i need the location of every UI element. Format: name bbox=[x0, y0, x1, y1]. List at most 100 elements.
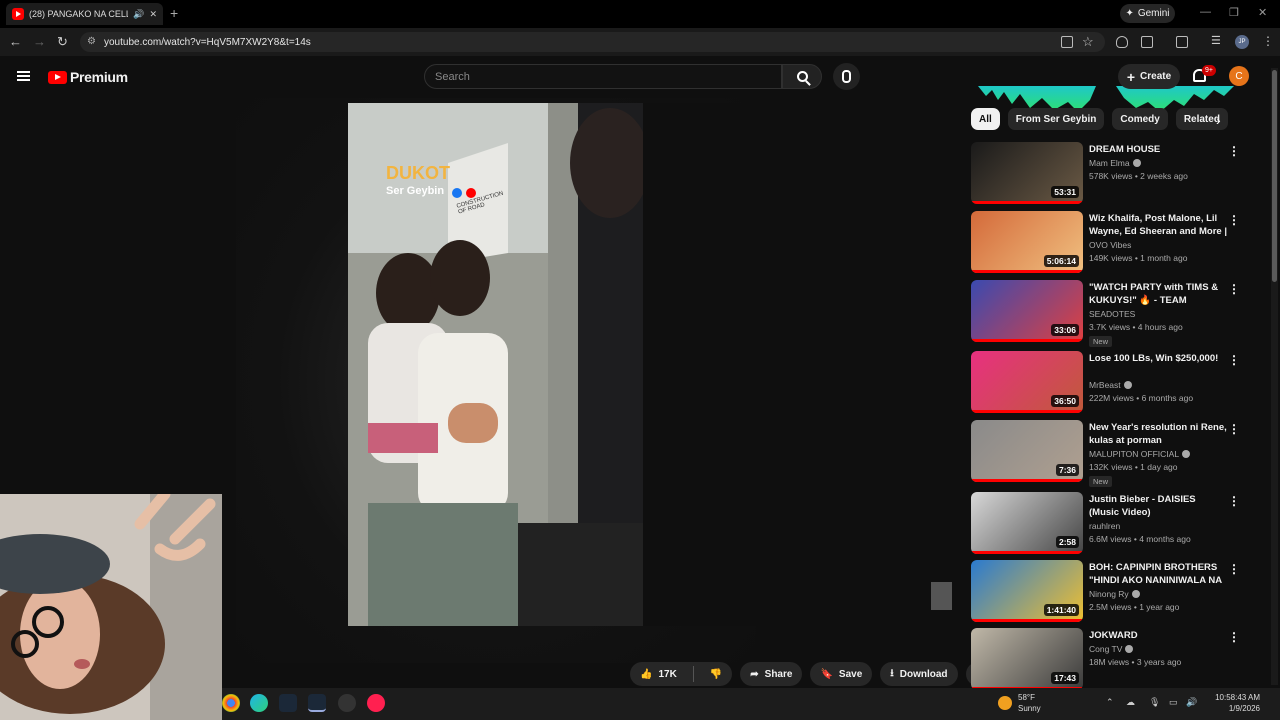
video-thumbnail[interactable]: 7:36 bbox=[971, 420, 1083, 482]
channel-name: Ninong Ry bbox=[1089, 589, 1129, 599]
video-thumbnail[interactable]: 2:58 bbox=[971, 492, 1083, 554]
recommendation-title[interactable]: "WATCH PARTY with TIMS & KUKUYS!" 🔥 - TE… bbox=[1089, 281, 1227, 307]
video-thumbnail[interactable]: 53:31 bbox=[971, 142, 1083, 204]
channel-name-row[interactable]: SEADOTES bbox=[1089, 309, 1135, 319]
recommendation-title[interactable]: Justin Bieber - DAISIES (Music Video) bbox=[1089, 493, 1227, 519]
more-options-icon[interactable]: ⋮ bbox=[1228, 494, 1240, 508]
tray-chevron-icon[interactable]: ⌃ bbox=[1106, 697, 1114, 708]
duration-badge: 2:58 bbox=[1055, 536, 1079, 548]
video-thumbnail[interactable]: 5:06:14 bbox=[971, 211, 1083, 273]
browser-profile-avatar[interactable]: JP bbox=[1235, 35, 1249, 49]
address-input[interactable]: ⚙ youtube.com/watch?v=HqV5M7XW2Y8&t=14s bbox=[80, 32, 1105, 52]
chevron-right-icon[interactable]: › bbox=[1216, 112, 1221, 128]
youtube-logo[interactable]: Premium bbox=[48, 69, 128, 85]
chrome-app-icon[interactable] bbox=[222, 694, 240, 712]
account-avatar[interactable]: C bbox=[1229, 66, 1249, 86]
channel-name-row[interactable]: OVO Vibes bbox=[1089, 240, 1131, 250]
display-tray-icon[interactable]: ▭ bbox=[1169, 697, 1178, 708]
create-label: Create bbox=[1140, 71, 1172, 82]
recommendation-item[interactable]: 33:06 "WATCH PARTY with TIMS & KUKUYS!" 🔥… bbox=[971, 280, 1243, 347]
recommendation-title[interactable]: Lose 100 LBs, Win $250,000! bbox=[1089, 352, 1227, 365]
video-thumbnail[interactable]: 1:41:40 bbox=[971, 560, 1083, 622]
video-thumbnail[interactable]: 33:06 bbox=[971, 280, 1083, 342]
taskbar-weather[interactable]: 58°F Sunny bbox=[998, 692, 1041, 714]
recorder-app-icon[interactable] bbox=[338, 694, 356, 712]
download-button[interactable]: ⭳ Download bbox=[880, 662, 958, 686]
menu-icon[interactable] bbox=[17, 71, 30, 81]
dislike-button[interactable]: 👎 bbox=[700, 662, 732, 686]
recommendation-item[interactable]: 36:50 Lose 100 LBs, Win $250,000! MrBeast 2… bbox=[971, 351, 1243, 415]
split-view-icon[interactable] bbox=[1176, 36, 1188, 48]
channel-name-row[interactable]: rauhlren bbox=[1089, 521, 1120, 531]
verified-check-icon bbox=[1125, 645, 1134, 653]
search-input[interactable]: Search bbox=[424, 64, 782, 89]
channel-name-row[interactable]: MrBeast bbox=[1089, 380, 1132, 390]
extension-shield-icon[interactable] bbox=[1116, 36, 1128, 48]
channel-name-row[interactable]: Ninong Ry bbox=[1089, 589, 1140, 599]
more-options-icon[interactable]: ⋮ bbox=[1228, 282, 1240, 296]
tab-close-icon[interactable]: ✕ bbox=[149, 9, 157, 20]
recommendation-item[interactable]: 7:36 New Year's resolution ni Rene, kulas… bbox=[971, 420, 1243, 487]
media-app-icon[interactable] bbox=[367, 694, 385, 712]
site-info-icon[interactable]: ⚙ bbox=[87, 36, 96, 47]
video-thumbnail[interactable]: 36:50 bbox=[971, 351, 1083, 413]
like-button[interactable]: 👍 17K bbox=[630, 662, 687, 686]
recommendation-title[interactable]: DREAM HOUSE bbox=[1089, 143, 1227, 156]
channel-name-row[interactable]: Mam Elma bbox=[1089, 158, 1141, 168]
restore-icon[interactable]: ❐ bbox=[1229, 6, 1239, 19]
more-options-icon[interactable]: ⋮ bbox=[1228, 562, 1240, 576]
search-button[interactable] bbox=[782, 64, 822, 89]
floating-thumbnail[interactable] bbox=[931, 582, 952, 610]
chip-from-channel[interactable]: From Ser Geybin bbox=[1007, 108, 1105, 130]
new-tab-button[interactable]: + bbox=[170, 5, 178, 21]
more-options-icon[interactable]: ⋮ bbox=[1228, 213, 1240, 227]
steam-window-icon[interactable] bbox=[308, 694, 326, 712]
video-player[interactable]: DUKOT Ser Geybin CONSTRUCTION OF ROAD bbox=[348, 103, 643, 626]
browser-menu-icon[interactable]: ⋮ bbox=[1262, 34, 1274, 48]
network-tray-icon[interactable]: ☁ bbox=[1126, 697, 1135, 708]
reading-list-icon[interactable]: ☰ bbox=[1211, 34, 1221, 47]
chip-comedy[interactable]: Comedy bbox=[1112, 108, 1168, 130]
browser-tab[interactable]: (28) PANGAKO NA CELLPHO 🔊 ✕ bbox=[6, 3, 163, 25]
recommendation-item[interactable]: 17:43 JOKWARD Cong TV 18M views • 3 years a… bbox=[971, 628, 1243, 692]
taskbar-clock[interactable]: 10:58:43 AM 1/9/2026 bbox=[1200, 692, 1260, 714]
more-options-icon[interactable]: ⋮ bbox=[1228, 422, 1240, 436]
mic-tray-icon[interactable]: 🎙 bbox=[1149, 697, 1160, 708]
gemini-button[interactable]: ✦ Gemini bbox=[1120, 4, 1175, 23]
recommendation-title[interactable]: BOH: CAPINPIN BROTHERS "HINDI AKO NANINI… bbox=[1089, 561, 1227, 587]
steam-app-icon[interactable] bbox=[279, 694, 297, 712]
more-options-icon[interactable]: ⋮ bbox=[1228, 144, 1240, 158]
duration-badge: 33:06 bbox=[1051, 324, 1079, 336]
save-button[interactable]: 🔖 Save bbox=[810, 662, 873, 686]
voice-search-icon[interactable] bbox=[833, 63, 860, 90]
reload-icon[interactable]: ↻ bbox=[57, 34, 68, 50]
watch-progress-bar bbox=[971, 551, 1083, 554]
channel-name-row[interactable]: Cong TV bbox=[1089, 644, 1134, 654]
create-button[interactable]: + Create bbox=[1118, 64, 1180, 89]
edge-app-icon[interactable] bbox=[250, 694, 268, 712]
bookmark-star-icon[interactable]: ☆ bbox=[1082, 34, 1094, 50]
chip-all[interactable]: All bbox=[971, 108, 1000, 130]
forward-icon[interactable]: → bbox=[33, 34, 46, 49]
back-icon[interactable]: ← bbox=[9, 34, 22, 49]
extensions-puzzle-icon[interactable] bbox=[1141, 36, 1153, 48]
install-app-icon[interactable] bbox=[1061, 36, 1073, 48]
speaker-icon[interactable]: 🔊 bbox=[133, 9, 144, 20]
share-button[interactable]: ➦ Share bbox=[740, 662, 803, 686]
recommendation-item[interactable]: 53:31 DREAM HOUSE Mam Elma 578K views • 2 w… bbox=[971, 142, 1243, 206]
recommendation-title[interactable]: Wiz Khalifa, Post Malone, Lil Wayne, Ed … bbox=[1089, 212, 1227, 238]
scrollbar-thumb[interactable] bbox=[1272, 70, 1277, 282]
recommendation-item[interactable]: 2:58 Justin Bieber - DAISIES (Music Video… bbox=[971, 492, 1243, 556]
more-options-icon[interactable]: ⋮ bbox=[1228, 353, 1240, 367]
more-options-icon[interactable]: ⋮ bbox=[1228, 630, 1240, 644]
recommendation-item[interactable]: 5:06:14 Wiz Khalifa, Post Malone, Lil Way… bbox=[971, 211, 1243, 275]
like-divider bbox=[692, 666, 694, 682]
recommendation-item[interactable]: 1:41:40 BOH: CAPINPIN BROTHERS "HINDI AKO… bbox=[971, 560, 1243, 624]
window-close-icon[interactable]: ✕ bbox=[1258, 6, 1267, 19]
channel-name-row[interactable]: MALUPITON OFFICIAL bbox=[1089, 449, 1191, 459]
volume-tray-icon[interactable]: 🔊 bbox=[1186, 697, 1197, 708]
recommendation-title[interactable]: New Year's resolution ni Rene, kulas at … bbox=[1089, 421, 1227, 447]
video-thumbnail[interactable]: 17:43 bbox=[971, 628, 1083, 690]
minimize-icon[interactable]: — bbox=[1200, 6, 1211, 18]
recommendation-title[interactable]: JOKWARD bbox=[1089, 629, 1227, 642]
